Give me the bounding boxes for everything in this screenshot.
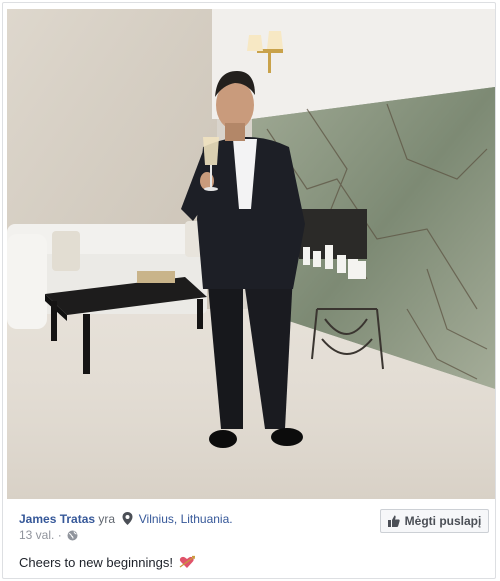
caption-text: Cheers to new beginnings! — [19, 555, 173, 570]
post-caption: Cheers to new beginnings! — [19, 555, 195, 570]
post-photo[interactable] — [7, 9, 495, 499]
map-pin-icon — [122, 512, 133, 525]
photo-scene — [7, 9, 495, 499]
post-timestamp[interactable]: 13 val. — [19, 528, 54, 542]
globe-icon[interactable] — [67, 530, 78, 541]
post-meta: 13 val. · — [19, 528, 78, 542]
location-link[interactable]: Vilnius, Lithuania. — [139, 512, 233, 526]
thumbs-up-icon — [387, 515, 400, 527]
author-verb: yra — [98, 512, 116, 526]
meta-separator: · — [57, 528, 62, 542]
author-name-link[interactable]: James Tratas — [19, 512, 95, 526]
like-page-button[interactable]: Mėgti puslapį — [380, 509, 489, 533]
post-author-line: James Tratas yra Vilnius, Lithuania. — [19, 512, 233, 526]
post-card: James Tratas yra Vilnius, Lithuania. 13 … — [2, 2, 496, 579]
heart-arrow-icon — [179, 555, 195, 568]
like-page-label: Mėgti puslapį — [404, 514, 482, 528]
